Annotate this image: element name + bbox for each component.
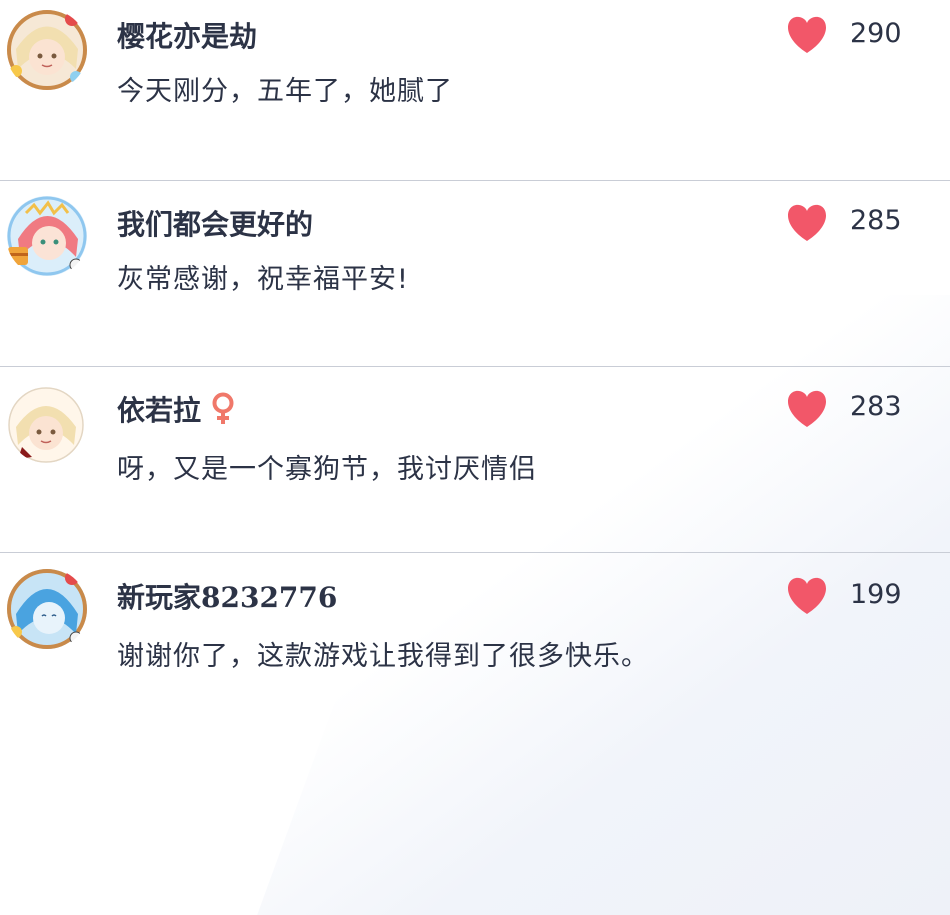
- comment-item: 樱花亦是劫 今天刚分，五年了，她腻了 290: [0, 0, 950, 181]
- username-text: 新玩家8232776: [117, 581, 338, 614]
- comment-text: 今天刚分，五年了，她腻了: [117, 76, 453, 107]
- avatar[interactable]: [6, 195, 88, 277]
- comment-list: 樱花亦是劫 今天刚分，五年了，她腻了 290 我们都会更好的 灰常感谢，祝幸福平…: [0, 0, 950, 755]
- comment-item: 依若拉 呀，又是一个寡狗节，我讨厌情侣 283: [0, 367, 950, 553]
- like-count: 283: [850, 391, 902, 422]
- like-count: 290: [850, 18, 902, 49]
- red-hair-character-avatar-icon: [7, 196, 87, 276]
- heart-icon[interactable]: [785, 15, 829, 55]
- username-text: 我们都会更好的: [117, 208, 314, 241]
- comment-text: 谢谢你了，这款游戏让我得到了很多快乐。: [117, 641, 649, 672]
- avatar[interactable]: [6, 568, 88, 650]
- like-count: 199: [850, 579, 902, 610]
- username[interactable]: 依若拉: [117, 389, 237, 429]
- username-text: 樱花亦是劫: [117, 20, 258, 53]
- heart-icon[interactable]: [785, 576, 829, 616]
- username[interactable]: 新玩家8232776: [117, 576, 337, 616]
- blonde-character-avatar-icon: [8, 387, 84, 463]
- avatar[interactable]: [8, 387, 84, 463]
- female-icon: [212, 392, 234, 424]
- comment-text: 呀，又是一个寡狗节，我讨厌情侣: [117, 454, 537, 485]
- blonde-character-avatar-icon: [7, 10, 87, 90]
- heart-icon[interactable]: [785, 203, 829, 243]
- like-count: 285: [850, 205, 902, 236]
- comment-item: 我们都会更好的 灰常感谢，祝幸福平安! 285: [0, 181, 950, 367]
- comment-item: 新玩家8232776 谢谢你了，这款游戏让我得到了很多快乐。 199: [0, 554, 950, 755]
- blue-hair-character-avatar-icon: [7, 569, 87, 649]
- avatar[interactable]: [6, 9, 88, 91]
- username[interactable]: 樱花亦是劫: [117, 15, 257, 55]
- username[interactable]: 我们都会更好的: [117, 203, 313, 243]
- heart-icon[interactable]: [785, 389, 829, 429]
- comment-text: 灰常感谢，祝幸福平安!: [117, 264, 409, 295]
- username-text: 依若拉: [117, 394, 202, 427]
